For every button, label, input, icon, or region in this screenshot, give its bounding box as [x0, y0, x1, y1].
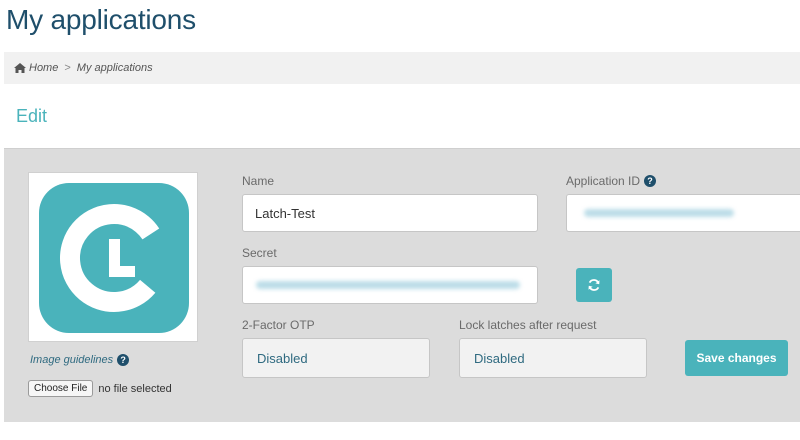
app-logo-icon	[60, 204, 168, 312]
help-icon[interactable]: ?	[117, 354, 130, 366]
application-id-blurred-value	[584, 209, 734, 217]
lock-latches-label: Lock latches after request	[459, 318, 597, 332]
save-changes-button[interactable]: Save changes	[685, 340, 788, 376]
regenerate-secret-button[interactable]	[576, 268, 612, 302]
breadcrumb: Home > My applications	[4, 52, 800, 84]
breadcrumb-separator: >	[64, 62, 71, 74]
otp-select[interactable]: Disabled	[242, 338, 430, 378]
section-title: Edit	[16, 106, 48, 126]
secret-label: Secret	[242, 246, 277, 260]
image-guidelines-label: Image guidelines	[30, 354, 114, 366]
breadcrumb-current: My applications	[76, 62, 153, 74]
file-status: no file selected	[98, 382, 172, 395]
home-icon	[14, 63, 26, 73]
name-label: Name	[242, 174, 275, 188]
name-field[interactable]: Latch-Test	[242, 194, 538, 232]
lock-latches-select[interactable]: Disabled	[459, 338, 647, 378]
application-id-label: Application ID ?	[566, 174, 657, 188]
image-guidelines-link[interactable]: Image guidelines ?	[30, 354, 130, 366]
app-logo	[28, 172, 198, 342]
logo-tile	[39, 183, 189, 333]
application-id-label-text: Application ID	[566, 174, 641, 188]
page-title: My applications	[6, 4, 196, 35]
help-icon[interactable]: ?	[644, 175, 657, 187]
refresh-icon	[588, 279, 600, 291]
file-input: Choose File no file selected	[28, 380, 172, 397]
otp-label: 2-Factor OTP	[242, 318, 315, 332]
secret-blurred-value	[256, 281, 520, 289]
choose-file-button[interactable]: Choose File	[28, 380, 94, 397]
breadcrumb-home-link[interactable]: Home	[29, 62, 58, 74]
